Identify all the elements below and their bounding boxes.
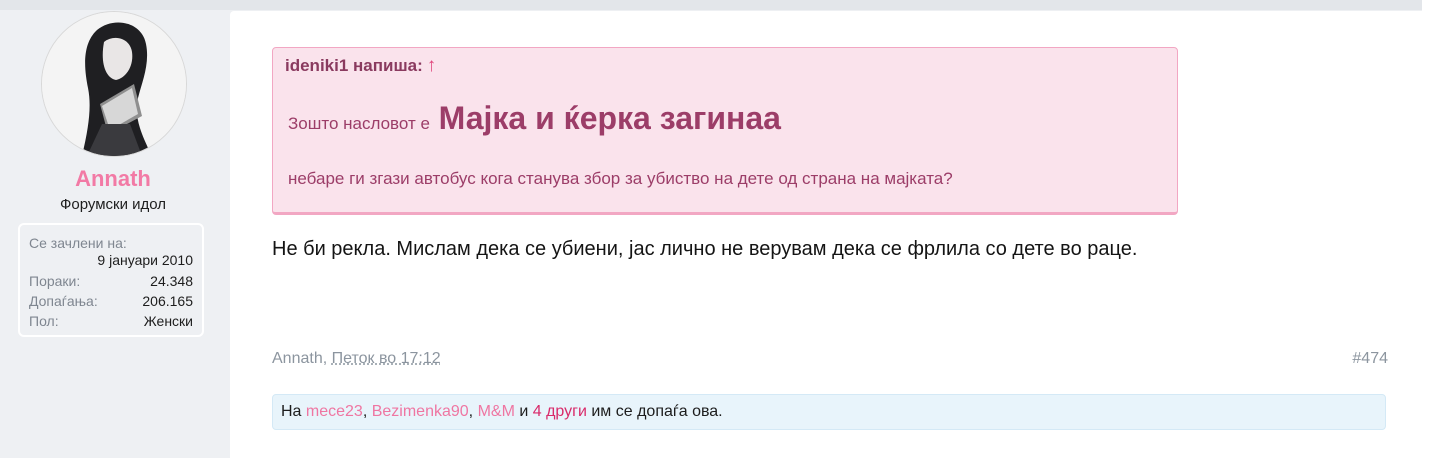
stat-likes-label: Допаѓања:	[29, 293, 98, 309]
username[interactable]: Annath	[0, 166, 226, 192]
stat-joined: Се зачлени на:	[29, 233, 193, 253]
message-text: Не би рекла. Мислам дека се убиени, јас …	[272, 238, 1138, 260]
user-info-panel: Annath Форумски идол Се зачлени на: 9 ја…	[0, 0, 228, 458]
page-edge	[1422, 0, 1450, 458]
stat-posts: Пораки: 24.348	[29, 271, 193, 291]
quote-line-2: небаре ги згази автобус кога станува збо…	[288, 169, 953, 188]
stat-gender-value: Женски	[143, 313, 193, 329]
stat-likes-value: 206.165	[142, 293, 193, 309]
likes-prefix: На	[281, 403, 302, 420]
quote-author: ideniki1 напиша:	[285, 56, 423, 75]
post-date-link[interactable]: Петок во 17:12	[332, 350, 441, 367]
likes-summary: На mece23, Bezimenka90, M&M и 4 други им…	[272, 394, 1386, 430]
quote-block: ideniki1 напиша: ↑ Зошто насловот е Мајка…	[272, 47, 1178, 215]
more-likers-link[interactable]: 4 други	[533, 403, 587, 420]
stat-posts-value: 24.348	[150, 273, 193, 289]
liker-link[interactable]: Bezimenka90	[372, 403, 469, 420]
jump-to-quote-icon[interactable]: ↑	[427, 55, 437, 76]
liker-link[interactable]: mece23	[306, 403, 363, 420]
post-meta-separator: ,	[322, 350, 332, 367]
user-stats: Се зачлени на: 9 јануари 2010 Пораки: 24…	[18, 223, 204, 337]
post-number-link[interactable]: #474	[1352, 350, 1388, 368]
avatar[interactable]	[41, 11, 187, 157]
stat-gender: Пол: Женски	[29, 311, 193, 331]
likes-suffix: им се допаѓа ова.	[591, 403, 723, 420]
liker-link[interactable]: M&M	[478, 403, 515, 420]
post-body: ideniki1 напиша: ↑ Зошто насловот е Мајка…	[230, 11, 1422, 458]
quote-line-1: Зошто насловот е Мајка и ќерка загинаа	[288, 100, 781, 137]
post-meta: Annath, Петок во 17:12	[272, 350, 441, 368]
stat-posts-label: Пораки:	[29, 273, 81, 289]
quote-header: ideniki1 напиша: ↑	[285, 55, 436, 77]
stat-joined-value: 9 јануари 2010	[97, 252, 193, 268]
user-title: Форумски идол	[59, 196, 167, 213]
stat-gender-label: Пол:	[29, 313, 59, 329]
likes-and: и	[519, 403, 529, 420]
quote-line-1-emphasis: Мајка и ќерка загинаа	[438, 100, 781, 136]
quote-line-1-prefix: Зошто насловот е	[288, 114, 430, 133]
stat-likes: Допаѓања: 206.165	[29, 291, 193, 311]
avatar-image	[42, 12, 186, 156]
stat-joined-label: Се зачлени на:	[29, 235, 127, 251]
post-author-link[interactable]: Annath	[272, 350, 323, 367]
